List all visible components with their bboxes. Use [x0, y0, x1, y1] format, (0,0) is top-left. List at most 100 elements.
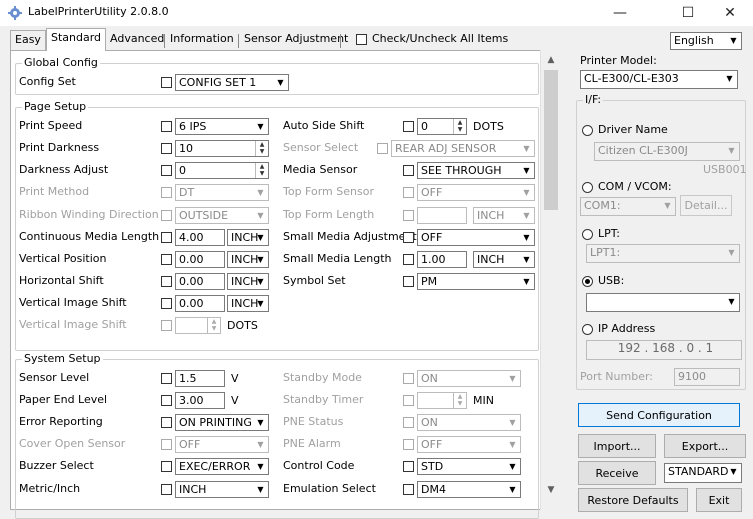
- tab-advanced[interactable]: Advanced: [106, 30, 164, 50]
- language-dropdown[interactable]: English ▼: [670, 32, 742, 50]
- min-unit-label: MIN: [473, 394, 494, 407]
- buzzer-select-value: EXEC/ERROR: [179, 460, 251, 473]
- restore-defaults-button[interactable]: Restore Defaults: [578, 488, 688, 512]
- auto-side-shift-spinner[interactable]: 0 ▲ ▼: [417, 118, 467, 135]
- emulation-select-dropdown[interactable]: DM4 ▼: [417, 481, 521, 498]
- vertical-image-shift-input[interactable]: 0.00: [175, 295, 225, 312]
- sensor-level-checkbox[interactable]: [161, 373, 172, 384]
- continuous-media-length-checkbox[interactable]: [161, 232, 172, 243]
- error-reporting-value: ON PRINTING: [179, 416, 252, 429]
- vertical-image-shift-dots-checkbox: [161, 320, 172, 331]
- printer-model-dropdown[interactable]: CL-E300/CL-E303 ▼: [580, 70, 738, 89]
- print-darkness-value: 10: [179, 142, 193, 155]
- tab-sensor-adjustment[interactable]: Sensor Adjustment: [240, 30, 348, 50]
- config-set-label: Config Set: [19, 75, 76, 88]
- print-speed-label: Print Speed: [19, 119, 83, 132]
- maximize-button[interactable]: ☐: [665, 0, 711, 26]
- import-button[interactable]: Import...: [578, 434, 656, 458]
- print-speed-checkbox[interactable]: [161, 121, 172, 132]
- horizontal-shift-checkbox[interactable]: [161, 276, 172, 287]
- tab-easy[interactable]: Easy: [10, 30, 46, 50]
- control-code-checkbox[interactable]: [403, 461, 414, 472]
- metric-inch-dropdown[interactable]: INCH ▼: [175, 481, 269, 498]
- receive-button[interactable]: Receive: [578, 461, 656, 485]
- chevron-down-icon: ▼: [257, 233, 264, 242]
- exit-button[interactable]: Exit: [696, 488, 742, 512]
- com-label: COM / VCOM:: [598, 180, 672, 193]
- lpt-label: LPT:: [598, 227, 620, 240]
- horizontal-shift-label: Horizontal Shift: [19, 274, 104, 287]
- print-darkness-spinner[interactable]: 10 ▲ ▼: [175, 140, 269, 157]
- settings-panel: Global Config Config Set CONFIG SET 1 ▼ P…: [10, 50, 560, 519]
- small-media-length-label: Small Media Length: [283, 252, 392, 265]
- horizontal-shift-unit[interactable]: INCH ▼: [227, 273, 269, 290]
- media-sensor-dropdown[interactable]: SEE THROUGH ▼: [417, 162, 535, 179]
- emulation-select-checkbox[interactable]: [403, 484, 414, 495]
- tab-information[interactable]: Information: [166, 30, 238, 50]
- small-media-length-input[interactable]: 1.00: [417, 251, 467, 268]
- symbol-set-value: PM: [421, 275, 438, 288]
- scroll-thumb[interactable]: [544, 70, 558, 210]
- config-set-checkbox[interactable]: [161, 77, 172, 88]
- small-media-adjustment-checkbox[interactable]: [403, 232, 414, 243]
- error-reporting-dropdown[interactable]: ON PRINTING ▼: [175, 414, 269, 431]
- usb-radio[interactable]: [582, 276, 593, 287]
- close-button[interactable]: ✕: [707, 0, 753, 26]
- minimize-button[interactable]: —: [597, 0, 643, 26]
- driver-name-radio[interactable]: [582, 125, 593, 136]
- config-set-value: CONFIG SET 1: [179, 76, 257, 89]
- chevron-down-icon: ▼: [509, 440, 516, 449]
- small-media-length-checkbox[interactable]: [403, 254, 414, 265]
- vertical-image-shift-unit[interactable]: INCH ▼: [227, 295, 269, 312]
- dots-unit-label: DOTS: [227, 319, 258, 332]
- darkness-adjust-checkbox[interactable]: [161, 165, 172, 176]
- scroll-down-icon[interactable]: ▼: [541, 482, 561, 498]
- vertical-scrollbar[interactable]: ▲ ▼: [540, 50, 560, 510]
- vertical-position-unit[interactable]: INCH ▼: [227, 251, 269, 268]
- chevron-down-icon: ▼: [257, 277, 264, 286]
- error-reporting-checkbox[interactable]: [161, 417, 172, 428]
- com-radio[interactable]: [582, 182, 593, 193]
- print-speed-dropdown[interactable]: 6 IPS ▼: [175, 118, 269, 135]
- vertical-position-input[interactable]: 0.00: [175, 251, 225, 268]
- paper-end-level-checkbox[interactable]: [161, 395, 172, 406]
- receive-mode-dropdown[interactable]: STANDARD ▼: [664, 463, 742, 483]
- darkness-adjust-spinner[interactable]: 0 ▲ ▼: [175, 162, 269, 179]
- usb-dropdown[interactable]: ▼: [586, 293, 740, 312]
- spin-arrows-icon[interactable]: ▲ ▼: [255, 163, 268, 178]
- control-code-dropdown[interactable]: STD ▼: [417, 458, 521, 475]
- config-set-dropdown[interactable]: CONFIG SET 1 ▼: [175, 74, 289, 91]
- horizontal-shift-input[interactable]: 0.00: [175, 273, 225, 290]
- symbol-set-checkbox[interactable]: [403, 276, 414, 287]
- media-sensor-checkbox[interactable]: [403, 165, 414, 176]
- top-form-length-label: Top Form Length: [283, 208, 375, 221]
- spin-arrows-icon[interactable]: ▲ ▼: [255, 141, 268, 156]
- small-media-adjustment-dropdown[interactable]: OFF ▼: [417, 229, 535, 246]
- send-configuration-button[interactable]: Send Configuration: [578, 403, 740, 427]
- buzzer-select-dropdown[interactable]: EXEC/ERROR ▼: [175, 458, 269, 475]
- ribbon-winding-checkbox: [161, 210, 172, 221]
- metric-inch-checkbox[interactable]: [161, 484, 172, 495]
- chevron-down-icon: ▼: [523, 233, 530, 242]
- print-darkness-checkbox[interactable]: [161, 143, 172, 154]
- continuous-media-length-input[interactable]: 4.00: [175, 229, 225, 246]
- export-button[interactable]: Export...: [664, 434, 746, 458]
- ip-address-radio[interactable]: [582, 324, 593, 335]
- small-media-length-unit[interactable]: INCH ▼: [473, 251, 535, 268]
- sensor-level-input[interactable]: 1.5: [175, 370, 225, 387]
- continuous-media-length-unit[interactable]: INCH ▼: [227, 229, 269, 246]
- language-value: English: [674, 34, 714, 47]
- auto-side-shift-checkbox[interactable]: [403, 121, 414, 132]
- vertical-position-checkbox[interactable]: [161, 254, 172, 265]
- lpt-radio[interactable]: [582, 229, 593, 240]
- scroll-up-icon[interactable]: ▲: [541, 52, 561, 68]
- spin-arrows-icon[interactable]: ▲ ▼: [453, 119, 466, 134]
- check-all-checkbox[interactable]: [356, 34, 367, 45]
- paper-end-level-input[interactable]: 3.00: [175, 392, 225, 409]
- buzzer-select-checkbox[interactable]: [161, 461, 172, 472]
- vertical-image-shift-checkbox[interactable]: [161, 298, 172, 309]
- symbol-set-dropdown[interactable]: PM ▼: [417, 273, 535, 290]
- error-reporting-label: Error Reporting: [19, 415, 103, 428]
- tab-standard[interactable]: Standard: [46, 28, 106, 51]
- window-title: LabelPrinterUtility 2.0.8.0: [28, 5, 169, 18]
